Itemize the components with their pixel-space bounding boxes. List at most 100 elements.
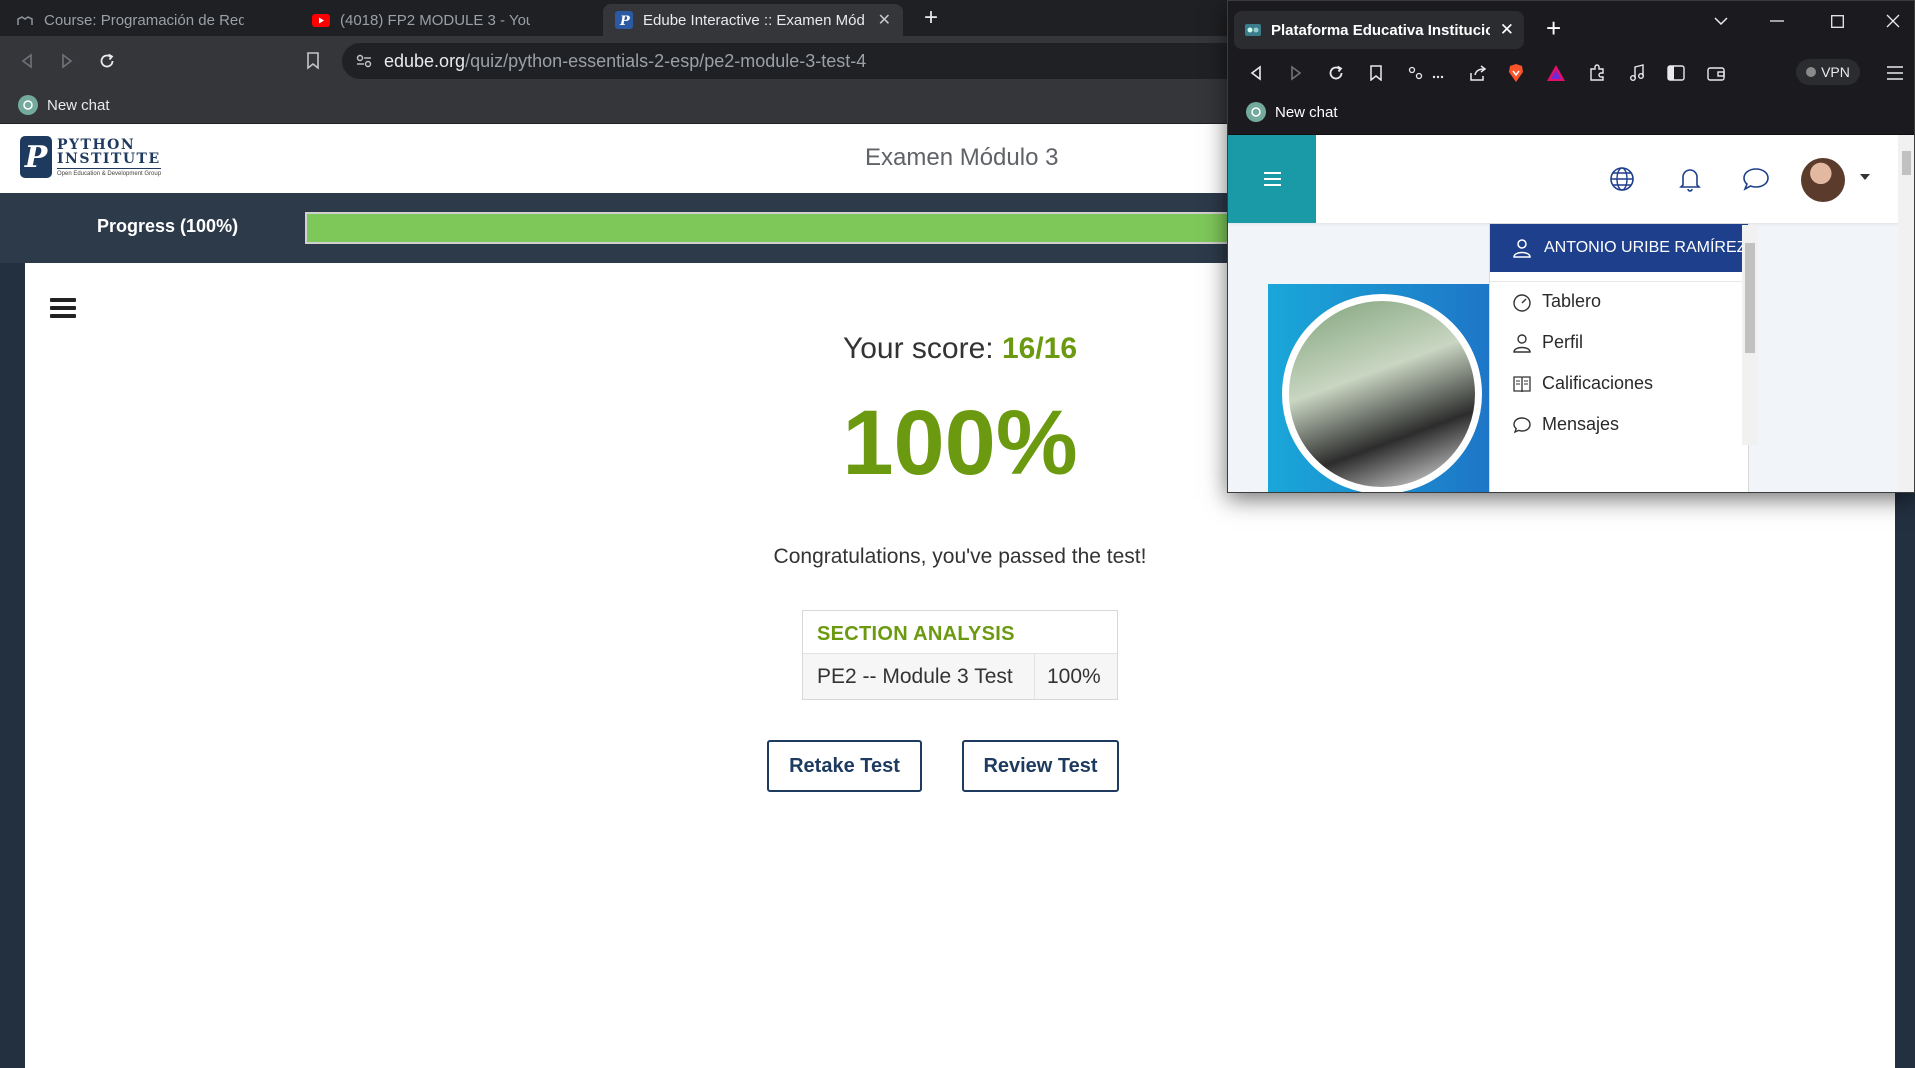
overlay-tab-bar: Plataforma Educativa Institucional ✕ +	[1228, 1, 1914, 57]
overlay-toolbar: VPN	[1228, 57, 1914, 89]
tab-plataforma-educativa[interactable]: Plataforma Educativa Institucional ✕	[1234, 11, 1524, 49]
avatar[interactable]	[1801, 158, 1845, 202]
share-icon[interactable]	[1466, 61, 1490, 85]
logo-tagline: Open Education & Development Group	[57, 170, 162, 177]
menu-item-calificaciones[interactable]: Calificaciones	[1512, 373, 1653, 394]
user-icon	[1513, 239, 1531, 258]
menu-item-label: Mensajes	[1542, 414, 1620, 434]
review-test-button[interactable]: Review Test	[962, 740, 1119, 792]
logo-text-line1: PYTHON	[57, 136, 136, 153]
page-title: Examen Módulo 3	[865, 144, 1059, 171]
tab-label: Course: Programación de Redes	[44, 11, 244, 29]
tab-course[interactable]: Course: Programación de Redes	[4, 4, 244, 36]
maximize-icon[interactable]	[1822, 9, 1852, 33]
score-value: 16/16	[1001, 332, 1078, 365]
bookmark-label: New chat	[1275, 103, 1338, 121]
logo-mark: P	[20, 136, 52, 178]
notification-bell-icon[interactable]	[1676, 165, 1704, 193]
book-icon	[1513, 375, 1531, 392]
dashboard-icon	[1513, 293, 1531, 312]
plataforma-header	[1228, 135, 1914, 223]
forward-icon[interactable]	[1284, 61, 1308, 85]
screen: Course: Programación de Redes (4018) FP2…	[0, 0, 1915, 1068]
menu-icon[interactable]	[50, 298, 76, 318]
bookmark-icon[interactable]	[300, 48, 326, 74]
chevron-down-icon[interactable]	[1860, 174, 1870, 180]
tab-edube[interactable]: P Edube Interactive :: Examen Mód ✕	[603, 4, 903, 36]
python-institute-icon: P	[615, 11, 633, 29]
back-icon[interactable]	[1244, 61, 1268, 85]
score-label: Your score:	[842, 332, 994, 365]
menu-item-tablero[interactable]: Tablero	[1512, 291, 1601, 312]
bookmark-new-chat[interactable]: New chat	[1246, 102, 1338, 122]
user-icon	[1513, 333, 1531, 353]
chatgpt-icon	[1246, 102, 1266, 122]
menu-item-mensajes[interactable]: Mensajes	[1512, 414, 1619, 435]
tab-label: Plataforma Educativa Institucional	[1271, 21, 1490, 39]
dropdown-scrollbar-thumb[interactable]	[1745, 243, 1755, 353]
user-name-label: ANTONIO URIBE RAMÍREZ	[1544, 239, 1747, 256]
congrats-message: Congratulations, you've passed the test!	[773, 545, 1147, 568]
svg-text:P: P	[619, 14, 631, 29]
site-favicon-icon	[1244, 21, 1262, 39]
students-photo	[1282, 294, 1482, 492]
chatgpt-icon	[18, 95, 38, 115]
chat-icon[interactable]	[1742, 165, 1770, 193]
bookmark-new-chat[interactable]: New chat	[18, 95, 110, 115]
bookmark-icon[interactable]	[1364, 61, 1388, 85]
close-icon[interactable]: ✕	[1500, 20, 1514, 40]
python-institute-logo[interactable]: P PYTHON INSTITUTE Open Education & Deve…	[20, 136, 162, 178]
menu-item-label: Tablero	[1542, 291, 1602, 311]
vpn-button[interactable]: VPN	[1796, 59, 1860, 85]
chat-icon	[1513, 416, 1531, 433]
sidebar-icon[interactable]	[1664, 61, 1688, 85]
forward-icon[interactable]	[54, 48, 80, 74]
overlay-page-scrollbar[interactable]	[1898, 135, 1914, 492]
menu-item-perfil[interactable]: Perfil	[1512, 332, 1583, 353]
overlay-browser-window: Plataforma Educativa Institucional ✕ +	[1227, 0, 1915, 493]
site-settings-icon[interactable]	[1404, 61, 1452, 85]
tab-label: (4018) FP2 MODULE 3 - YouTube	[340, 11, 530, 29]
brave-shields-icon[interactable]	[1504, 61, 1528, 85]
new-tab-button[interactable]: +	[1546, 15, 1561, 41]
back-icon[interactable]	[14, 48, 40, 74]
user-name-item[interactable]: ANTONIO URIBE RAMÍREZ	[1490, 224, 1748, 272]
menu-item-label: Calificaciones	[1542, 373, 1654, 393]
extensions-icon[interactable]	[1585, 61, 1609, 85]
plataforma-page: B A ANTONIO URIBE RAMÍREZ Tablero Perfil	[1228, 135, 1914, 492]
hamburger-menu-button[interactable]	[1228, 135, 1316, 223]
vpn-status-icon	[1806, 67, 1817, 77]
retake-test-button[interactable]: Retake Test	[767, 740, 922, 792]
minimize-icon[interactable]	[1762, 9, 1792, 33]
site-settings-icon[interactable]	[356, 54, 372, 68]
section-name: PE2 -- Module 3 Test	[803, 654, 1035, 699]
dropdown-scrollbar[interactable]	[1742, 225, 1758, 445]
overlay-bookmarks-bar: New chat	[1228, 89, 1914, 135]
logo-text-line2: INSTITUTE	[57, 150, 162, 169]
overlay-page-scrollbar-thumb[interactable]	[1902, 151, 1911, 175]
menu-item-label: Perfil	[1542, 332, 1584, 352]
url-host: edube.org	[384, 50, 466, 71]
new-tab-button[interactable]: +	[917, 4, 945, 32]
music-icon[interactable]	[1625, 61, 1649, 85]
reload-icon[interactable]	[94, 48, 120, 74]
wallet-icon[interactable]	[1704, 61, 1728, 85]
globe-icon[interactable]	[1608, 165, 1636, 193]
close-window-icon[interactable]	[1878, 9, 1908, 33]
progress-label: Progress (100%)	[97, 216, 239, 236]
close-icon[interactable]: ✕	[878, 10, 891, 30]
tab-label: Edube Interactive :: Examen Mód	[643, 11, 864, 29]
section-analysis-table: SECTION ANALYSIS PE2 -- Module 3 Test 10…	[802, 610, 1118, 700]
bookmark-label: New chat	[47, 96, 110, 114]
address-bar[interactable]: edube.org /quiz/python-essentials-2-esp/…	[342, 43, 1342, 79]
reload-icon[interactable]	[1324, 61, 1348, 85]
youtube-icon	[312, 11, 330, 29]
banner-image	[1268, 284, 1498, 492]
menu-divider	[1490, 281, 1748, 282]
menu-icon[interactable]	[1883, 61, 1907, 85]
moodle-icon	[16, 11, 34, 29]
chevron-down-icon[interactable]	[1706, 9, 1736, 33]
tab-youtube[interactable]: (4018) FP2 MODULE 3 - YouTube	[300, 4, 530, 36]
user-dropdown-menu: ANTONIO URIBE RAMÍREZ Tablero Perfil Cal…	[1489, 223, 1749, 492]
brave-rewards-icon[interactable]	[1544, 61, 1568, 85]
